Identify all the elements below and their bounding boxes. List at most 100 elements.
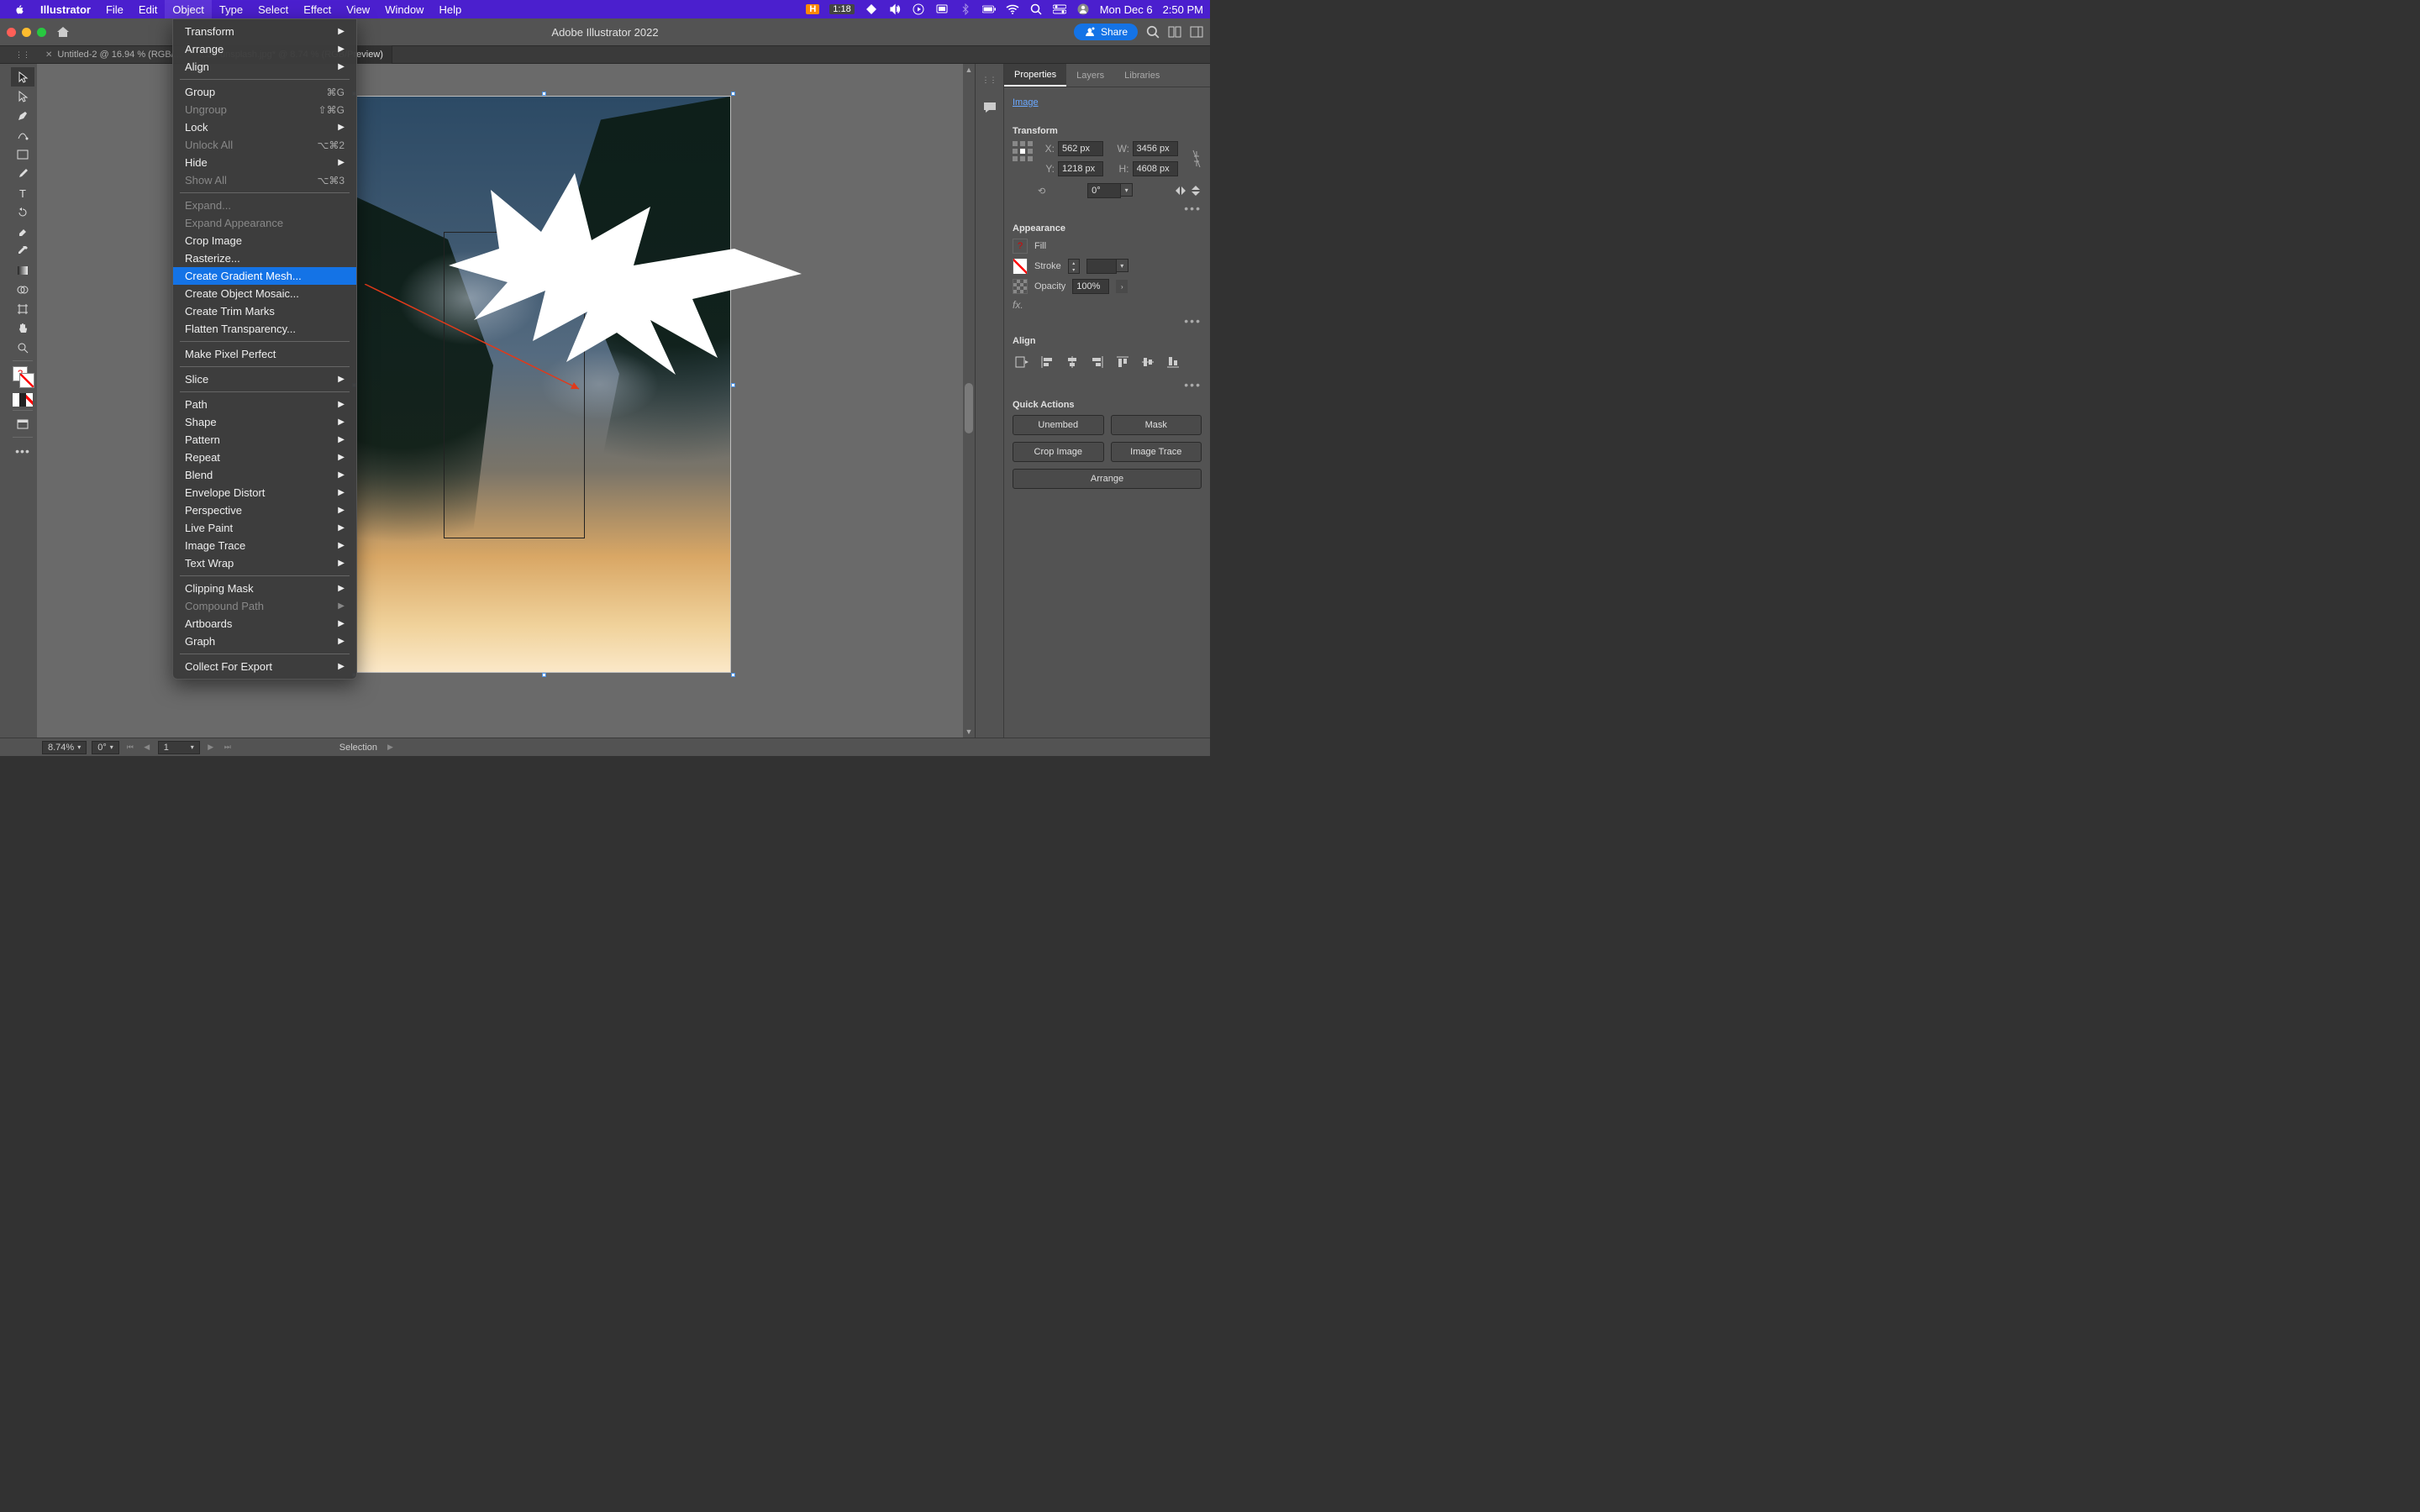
menu-item-image-trace[interactable]: Image Trace▶ <box>173 537 356 554</box>
fill-stroke-swatch[interactable]: ? <box>11 365 34 388</box>
window-minimize-button[interactable] <box>22 28 31 37</box>
control-center-icon[interactable] <box>1053 3 1066 16</box>
constrain-proportions-icon[interactable] <box>1192 150 1202 168</box>
artboard-tool[interactable] <box>11 299 34 318</box>
vertical-scrollbar[interactable]: ▲ ▼ <box>963 64 975 738</box>
menu-item-flatten-transparency[interactable]: Flatten Transparency... <box>173 320 356 338</box>
properties-tab[interactable]: Properties <box>1004 64 1066 87</box>
fx-button[interactable]: fx. <box>1013 299 1023 311</box>
angle-input[interactable] <box>1087 183 1121 198</box>
menu-item-make-pixel-perfect[interactable]: Make Pixel Perfect <box>173 345 356 363</box>
arrange-docs-icon[interactable] <box>1168 26 1181 38</box>
align-vcenter-button[interactable] <box>1139 353 1157 371</box>
zoom-level-field[interactable]: 8.74% ▾ <box>42 741 87 754</box>
transform-more-options[interactable]: ••• <box>1013 202 1202 215</box>
rectangle-tool[interactable] <box>11 144 34 164</box>
user-icon[interactable] <box>1076 3 1090 16</box>
h-input[interactable] <box>1133 161 1178 176</box>
menu-item-clipping-mask[interactable]: Clipping Mask▶ <box>173 580 356 597</box>
menu-item-text-wrap[interactable]: Text Wrap▶ <box>173 554 356 572</box>
align-hcenter-button[interactable] <box>1063 353 1081 371</box>
comments-panel-icon[interactable] <box>982 100 997 115</box>
menu-item-lock[interactable]: Lock▶ <box>173 118 356 136</box>
mask-button[interactable]: Mask <box>1111 415 1202 435</box>
scroll-up-arrow[interactable]: ▲ <box>963 64 975 76</box>
close-tab-icon[interactable]: ✕ <box>45 50 52 60</box>
opacity-dropdown-arrow[interactable]: › <box>1116 280 1128 293</box>
direct-selection-tool[interactable] <box>11 87 34 106</box>
align-top-button[interactable] <box>1113 353 1132 371</box>
menu-type[interactable]: Type <box>212 0 250 18</box>
toolbar-search-icon[interactable] <box>1146 25 1160 39</box>
opacity-input[interactable] <box>1072 279 1109 294</box>
wifi-icon[interactable] <box>1006 3 1019 16</box>
display-icon[interactable] <box>935 3 949 16</box>
menu-object[interactable]: Object <box>165 0 212 18</box>
last-artboard-button[interactable]: ⏭ <box>222 742 234 753</box>
zoom-tool[interactable] <box>11 338 34 357</box>
type-tool[interactable]: T <box>11 183 34 202</box>
home-icon[interactable] <box>56 26 70 38</box>
flip-vertical-icon[interactable] <box>1190 185 1202 197</box>
prev-artboard-button[interactable]: ◀ <box>141 742 153 753</box>
appearance-more-options[interactable]: ••• <box>1013 314 1202 328</box>
window-maximize-button[interactable] <box>37 28 46 37</box>
libraries-tab[interactable]: Libraries <box>1114 64 1170 87</box>
battery-icon[interactable] <box>982 3 996 16</box>
gradient-tool[interactable] <box>11 260 34 280</box>
rotate-tool[interactable] <box>11 202 34 222</box>
paintbrush-tool[interactable] <box>11 164 34 183</box>
menu-item-rasterize[interactable]: Rasterize... <box>173 249 356 267</box>
menu-item-create-gradient-mesh[interactable]: Create Gradient Mesh... <box>173 267 356 285</box>
eraser-tool[interactable] <box>11 222 34 241</box>
menu-item-arrange[interactable]: Arrange▶ <box>173 40 356 58</box>
menu-item-blend[interactable]: Blend▶ <box>173 466 356 484</box>
menu-file[interactable]: File <box>98 0 131 18</box>
workspace-icon[interactable] <box>1190 26 1203 38</box>
menu-item-envelope-distort[interactable]: Envelope Distort▶ <box>173 484 356 501</box>
eyedropper-tool[interactable] <box>11 241 34 260</box>
align-left-button[interactable] <box>1038 353 1056 371</box>
x-input[interactable] <box>1058 141 1103 156</box>
toolbar-drag-handle[interactable]: ⋮⋮ <box>8 50 37 60</box>
panel-drag-handle[interactable]: ⋮⋮ <box>982 76 997 85</box>
menu-item-create-trim-marks[interactable]: Create Trim Marks <box>173 302 356 320</box>
document-tab-1[interactable]: ✕ Untitled-2 @ 16.94 % (RGB/... <box>37 45 191 64</box>
menu-edit[interactable]: Edit <box>131 0 165 18</box>
menu-item-group[interactable]: Group⌘G <box>173 83 356 101</box>
pen-tool[interactable] <box>11 106 34 125</box>
scroll-down-arrow[interactable]: ▼ <box>963 726 975 738</box>
menu-help[interactable]: Help <box>431 0 469 18</box>
share-button[interactable]: Share <box>1074 24 1138 40</box>
rotate-view-field[interactable]: 0° ▾ <box>92 741 119 754</box>
menu-item-shape[interactable]: Shape▶ <box>173 413 356 431</box>
screen-mode-button[interactable] <box>11 414 34 433</box>
menu-item-transform[interactable]: Transform▶ <box>173 23 356 40</box>
stroke-swatch[interactable] <box>1013 259 1028 274</box>
menu-item-align[interactable]: Align▶ <box>173 58 356 76</box>
curvature-tool[interactable] <box>11 125 34 144</box>
next-artboard-button[interactable]: ▶ <box>205 742 217 753</box>
shape-builder-tool[interactable] <box>11 280 34 299</box>
menu-item-hide[interactable]: Hide▶ <box>173 154 356 171</box>
menu-item-create-object-mosaic[interactable]: Create Object Mosaic... <box>173 285 356 302</box>
stroke-weight-dropdown[interactable]: ▾ <box>1117 259 1128 272</box>
align-more-options[interactable]: ••• <box>1013 378 1202 391</box>
search-icon[interactable] <box>1029 3 1043 16</box>
menu-item-artboards[interactable]: Artboards▶ <box>173 615 356 633</box>
menu-item-graph[interactable]: Graph▶ <box>173 633 356 650</box>
align-to-button[interactable] <box>1013 353 1031 371</box>
fill-swatch[interactable]: ? <box>1013 239 1028 254</box>
menubar-date[interactable]: Mon Dec 6 <box>1100 3 1153 16</box>
menu-item-perspective[interactable]: Perspective▶ <box>173 501 356 519</box>
layers-tab[interactable]: Layers <box>1066 64 1114 87</box>
menu-item-live-paint[interactable]: Live Paint▶ <box>173 519 356 537</box>
menu-item-pattern[interactable]: Pattern▶ <box>173 431 356 449</box>
selection-type-link[interactable]: Image <box>1013 97 1039 108</box>
crop-image-button[interactable]: Crop Image <box>1013 442 1104 462</box>
status-selection-arrow[interactable]: ▶ <box>387 743 393 752</box>
diamond-icon[interactable] <box>865 3 878 16</box>
app-name-menu[interactable]: Illustrator <box>33 0 98 18</box>
play-icon[interactable] <box>912 3 925 16</box>
bluetooth-icon[interactable] <box>959 3 972 16</box>
